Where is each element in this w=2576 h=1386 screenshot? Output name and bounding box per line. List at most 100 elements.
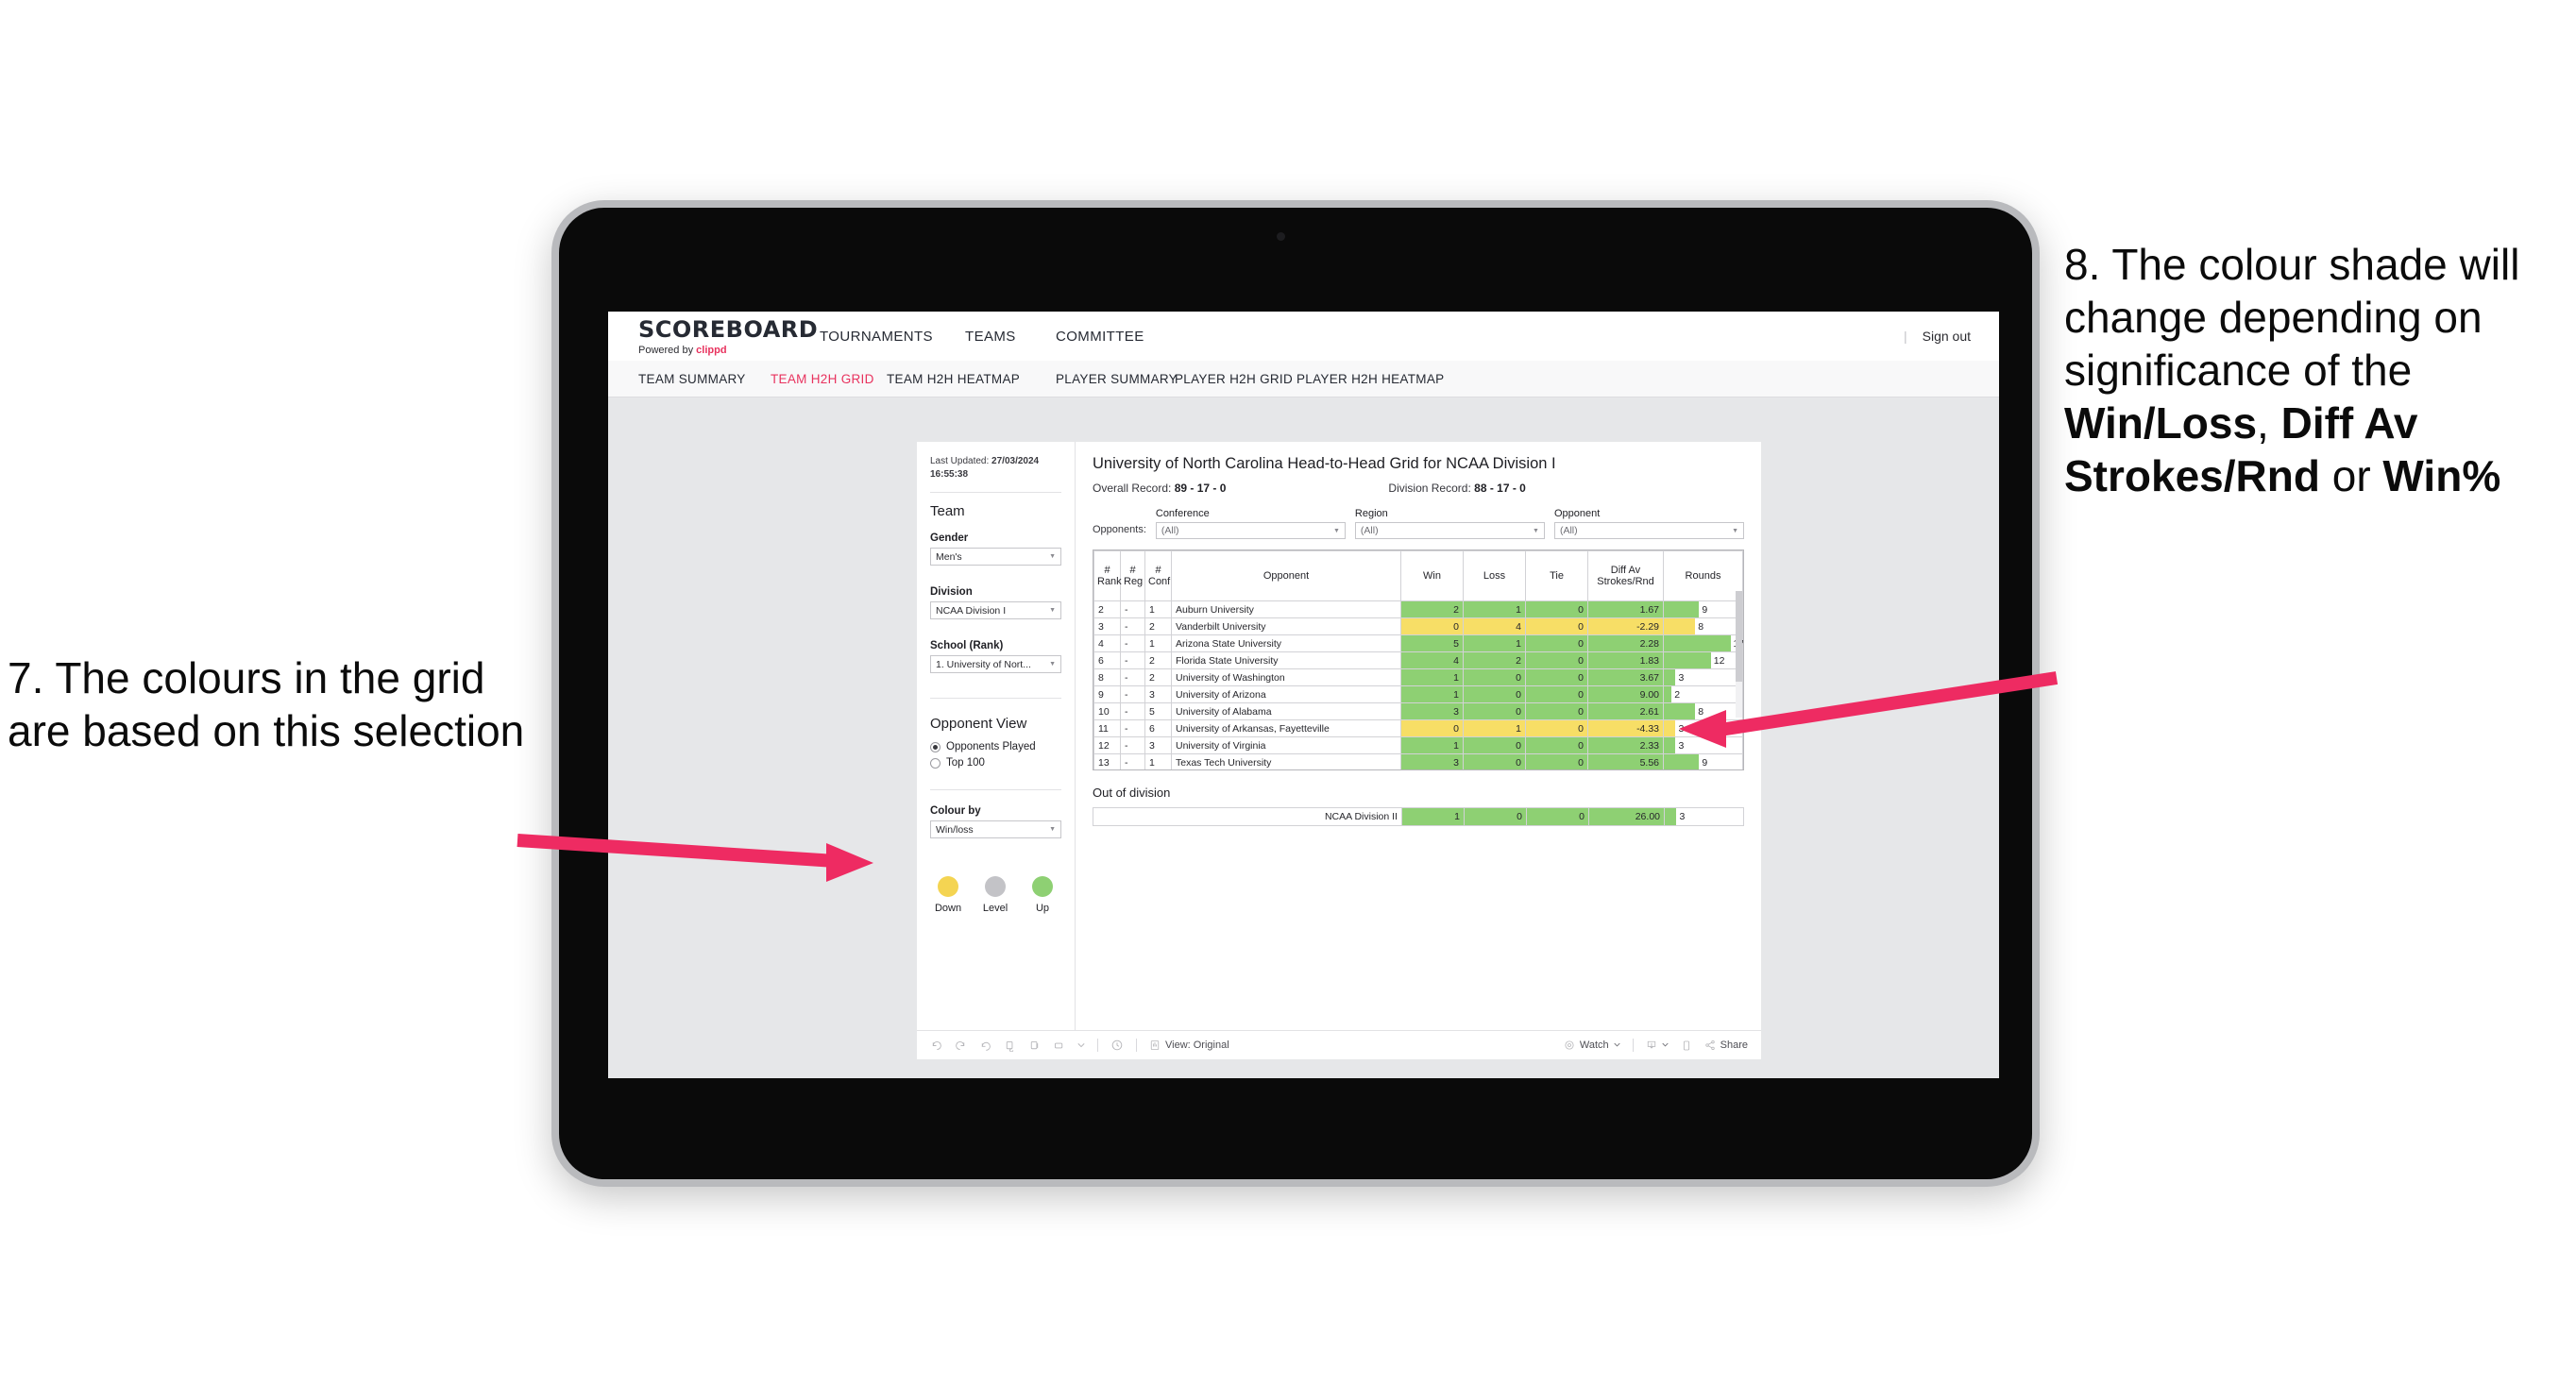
topnav-item-committee[interactable]: COMMITTEE [1052,312,1148,364]
rounds-bar [1664,703,1696,719]
subnav-item-player-h2h-heatmap[interactable]: PLAYER H2H HEATMAP [1296,361,1444,397]
subnav-item-team-summary[interactable]: TEAM SUMMARY [638,361,746,397]
colour-by-select[interactable]: Win/loss ▼ [930,820,1061,838]
cell-conf: 1 [1144,634,1172,652]
watch-button[interactable]: Watch [1564,1040,1620,1051]
topnav-item-teams[interactable]: TEAMS [961,312,1020,361]
cell-win: 5 [1400,634,1464,652]
cell-reg: - [1120,753,1145,769]
out-of-division-row[interactable]: NCAA Division II 1 0 0 26.00 3 [1093,807,1744,826]
table-row[interactable]: 8-2 University of Washington 1 0 0 3.67 3 [1093,668,1743,686]
cell-win: 2 [1400,600,1464,618]
table-row[interactable]: 3-2 Vanderbilt University 0 4 0 -2.29 8 [1093,617,1743,635]
brand-logo[interactable]: SCOREBOARD Powered by clippd [638,318,818,356]
h2h-table-body: 2-1 Auburn University 2 1 0 1.67 9 3-2 Vanderbil… [1093,600,1743,769]
radio-unselected-icon [930,757,941,769]
conference-select[interactable]: (All) ▼ [1155,522,1346,539]
cell-win: 1 [1400,668,1464,686]
chevron-down-icon[interactable] [1077,1041,1085,1049]
tablet-screen: SCOREBOARD Powered by clippd TOURNAMENTS… [608,312,1999,1078]
cell-diff: 2.33 [1587,736,1664,754]
device-preview-icon[interactable] [1681,1040,1692,1052]
rounds-value: 3 [1678,722,1685,735]
subnav-item-player-h2h-grid[interactable]: PLAYER H2H GRID [1175,361,1293,397]
table-scrollbar-thumb[interactable] [1736,591,1742,682]
table-row[interactable]: 2-1 Auburn University 2 1 0 1.67 9 [1093,600,1743,618]
view-original-button[interactable]: View: Original [1149,1040,1229,1051]
table-row[interactable]: 12-3 University of Virginia 1 0 0 2.33 3 [1093,736,1743,754]
annotation-right-bold-winloss: Win/Loss [2064,398,2258,448]
school-select[interactable]: 1. University of Nort... ▼ [930,655,1061,673]
rounds-bar [1664,720,1676,736]
h2h-col-header-1[interactable]: # Reg [1120,550,1145,601]
table-row[interactable]: 4-1Arizona State University5102.2817 [1093,634,1743,652]
subnav-item-team-h2h-heatmap[interactable]: TEAM H2H HEATMAP [887,361,1020,397]
cell-rounds: 2 [1663,685,1743,703]
opponent-filter-opponent: Opponent (All) ▼ [1553,508,1745,539]
h2h-col-header-2[interactable]: # Conf [1144,550,1172,601]
legend-dot-down [938,876,958,897]
h2h-table-scroll-area[interactable]: # Rank # Reg # Conf Opponent Win Loss Tie Diff Av S… [1093,550,1743,769]
table-row[interactable]: 13-1 Texas Tech University 3 0 0 5.56 9 [1093,753,1743,769]
ood-cell-tie: 0 [1526,807,1589,826]
cell-rounds: 3 [1663,668,1743,686]
pause-icon[interactable] [1028,1040,1041,1052]
rounds-bar [1664,618,1696,634]
overall-record-label: Overall Record: [1093,482,1172,495]
table-row[interactable]: 10-5 University of Alabama 3 0 0 2.61 8 [1093,702,1743,720]
cell-tie: 0 [1525,651,1588,669]
history-clock-icon[interactable] [1110,1039,1124,1052]
redo-icon[interactable] [955,1040,967,1052]
watch-label: Watch [1579,1040,1609,1051]
share-button[interactable]: Share [1704,1040,1748,1051]
topnav-label-teams: TEAMS [965,328,1016,345]
table-row[interactable]: 6-2 Florida State University 4 2 0 1.83 12 [1093,651,1743,669]
table-row[interactable]: 11-6 University of Arkansas, Fayetteville… [1093,719,1743,737]
cell-diff: -4.33 [1587,719,1664,737]
filters-divider-2 [930,698,1061,699]
cell-tie: 0 [1525,634,1588,652]
chevron-down-icon: ▼ [1533,527,1539,534]
cell-opponent: Vanderbilt University [1171,617,1401,635]
h2h-col-header-4[interactable]: Win [1400,550,1464,601]
region-label: Region [1354,508,1388,519]
undo-icon[interactable] [930,1040,942,1052]
overall-record-value: 89 - 17 - 0 [1174,482,1227,495]
table-row[interactable]: 9-3 University of Arizona 1 0 0 9.00 2 [1093,685,1743,703]
radio-top-100[interactable]: Top 100 [917,757,1075,769]
opponent-select[interactable]: (All) ▼ [1553,522,1745,539]
h2h-col-header-5[interactable]: Loss [1463,550,1526,601]
subnav-item-player-summary[interactable]: PLAYER SUMMARY [1056,361,1178,397]
h2h-col-header-3[interactable]: Opponent [1171,550,1401,601]
gender-select[interactable]: Men's ▼ [930,548,1061,566]
division-record: Division Record: 88 - 17 - 0 [1388,482,1525,495]
division-select[interactable]: NCAA Division I ▼ [930,601,1061,619]
cell-conf: 3 [1144,736,1172,754]
legend-item-level: Level [981,876,1009,914]
download-button[interactable] [1646,1040,1669,1051]
opponent-filter-conference: Conference (All) ▼ [1155,508,1346,539]
subnav-label-0: TEAM SUMMARY [638,371,746,386]
cell-rounds: 12 [1663,651,1743,669]
subnav-item-team-h2h-grid[interactable]: TEAM H2H GRID [771,361,874,397]
rounds-value: 2 [1674,688,1681,701]
cell-loss: 4 [1463,617,1526,635]
h2h-col-header-0[interactable]: # Rank [1093,550,1122,601]
h2h-col-header-7[interactable]: Diff Av Strokes/Rnd [1587,550,1664,601]
revert-icon[interactable] [979,1040,991,1052]
presentation-icon[interactable] [1053,1040,1065,1052]
topnav-item-tournaments[interactable]: TOURNAMENTS [816,312,937,361]
cell-rank: 12 [1093,736,1121,754]
refresh-icon[interactable] [1004,1040,1016,1052]
radio-opponents-played[interactable]: Opponents Played [917,741,1075,752]
h2h-col-header-6[interactable]: Tie [1525,550,1588,601]
cell-opponent: Auburn University [1171,600,1401,618]
cell-reg: - [1120,719,1145,737]
cell-rounds: 9 [1663,600,1743,618]
signout-link[interactable]: Sign out [1923,329,1971,344]
filters-divider-3 [930,789,1061,790]
toolbar-divider-2 [1136,1039,1137,1052]
radio-opponents-played-label: Opponents Played [946,741,1036,752]
region-select[interactable]: (All) ▼ [1354,522,1545,539]
h2h-col-header-8[interactable]: Rounds [1663,550,1743,601]
